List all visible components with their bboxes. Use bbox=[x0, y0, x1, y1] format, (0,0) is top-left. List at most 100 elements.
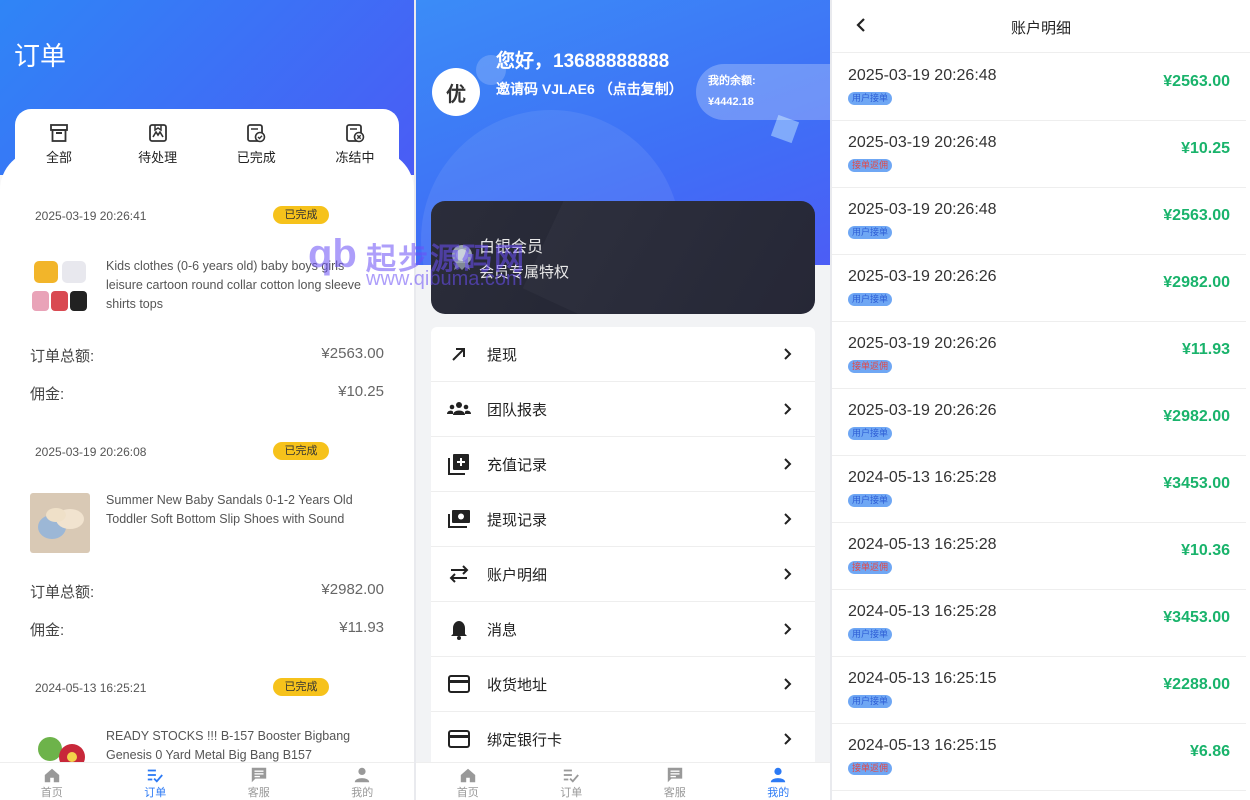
ledger-tag: 用户接单 bbox=[848, 293, 893, 306]
ledger-tag: 用户接单 bbox=[848, 92, 893, 105]
order-total-row: 订单总额: ¥2563.00 bbox=[30, 345, 384, 366]
page-title: 订单 bbox=[14, 41, 67, 71]
invite-code[interactable]: 邀请码 VJLAE6 （点击复制） bbox=[496, 78, 686, 100]
ledger-amount: ¥2563.00 bbox=[1163, 207, 1230, 224]
profile-menu: 提现 团队报表 充值记录 提现记录 账户明细 消息 收货地址 绑定银行卡 bbox=[431, 327, 815, 772]
menu-item-team-report[interactable]: 团队报表 bbox=[431, 382, 815, 437]
commission-label: 佣金: bbox=[30, 622, 65, 639]
status-badge: 已完成 bbox=[273, 678, 329, 696]
ledger-tag: 用户接单 bbox=[848, 628, 893, 641]
tabbar-service[interactable]: 客服 bbox=[207, 763, 311, 800]
ledger-row[interactable]: 2025-03-19 20:26:26 用户接单 ¥2982.00 bbox=[832, 255, 1246, 322]
tab-frozen[interactable]: 冻结中 bbox=[325, 123, 385, 181]
ledger-time: 2025-03-19 20:26:26 bbox=[848, 402, 997, 419]
ledger-row[interactable]: 2024-05-13 16:25:28 用户接单 ¥3453.00 bbox=[832, 456, 1246, 523]
menu-item-account-details[interactable]: 账户明细 bbox=[431, 547, 815, 602]
ledger-time: 2024-05-13 16:25:28 bbox=[848, 603, 997, 620]
balance-box: 我的余额: ¥4442.18 bbox=[696, 64, 830, 120]
vip-desc: 会员专属特权 bbox=[479, 264, 570, 281]
ledger-row[interactable]: 2024-05-13 16:25:28 用户接单 ¥3453.00 bbox=[832, 590, 1246, 657]
tab-all[interactable]: 全部 bbox=[29, 123, 89, 181]
order-total-label: 订单总额: bbox=[30, 584, 95, 601]
chevron-right-icon bbox=[784, 623, 792, 635]
ledger-row[interactable]: 2025-03-19 20:26:48 用户接单 ¥2563.00 bbox=[832, 188, 1246, 255]
home-icon bbox=[44, 768, 59, 783]
vip-card[interactable]: 白银会员 会员专属特权 bbox=[431, 201, 815, 314]
menu-item-messages[interactable]: 消息 bbox=[431, 602, 815, 657]
chevron-right-icon bbox=[784, 733, 792, 745]
ledger-row[interactable]: 2025-03-19 20:26:26 接单返佣 ¥11.93 bbox=[832, 322, 1246, 389]
chevron-right-icon bbox=[784, 458, 792, 470]
commission-value: ¥11.93 bbox=[339, 619, 384, 636]
ledger-tag: 用户接单 bbox=[848, 494, 893, 507]
orders-body bbox=[0, 150, 414, 770]
frozen-icon bbox=[346, 124, 365, 143]
ledger-tag: 用户接单 bbox=[848, 427, 893, 440]
status-badge: 已完成 bbox=[273, 442, 329, 460]
vip-badge-icon bbox=[452, 245, 472, 270]
ledger-row[interactable]: 2025-03-19 20:26:48 用户接单 ¥2563.00 bbox=[832, 54, 1246, 121]
avatar[interactable]: 优 bbox=[432, 68, 480, 116]
tab-all-label: 全部 bbox=[45, 150, 72, 165]
menu-item-withdraw-records[interactable]: 提现记录 bbox=[431, 492, 815, 547]
ledger-row[interactable]: 2024-05-13 16:25:28 接单返佣 ¥10.36 bbox=[832, 523, 1246, 590]
tab-frozen-label: 冻结中 bbox=[335, 150, 375, 165]
tabbar-home[interactable]: 首页 bbox=[416, 763, 520, 800]
menu-item-recharge-records[interactable]: 充值记录 bbox=[431, 437, 815, 492]
tab-pending[interactable]: 待处理 bbox=[128, 123, 188, 181]
chevron-right-icon bbox=[784, 513, 792, 525]
card-icon bbox=[448, 730, 470, 748]
tabbar-orders[interactable]: 订单 bbox=[520, 763, 624, 800]
status-badge: 已完成 bbox=[273, 206, 329, 224]
cash-icon bbox=[448, 510, 470, 528]
tabbar-mine[interactable]: 我的 bbox=[727, 763, 831, 800]
tab-done[interactable]: 已完成 bbox=[226, 123, 286, 181]
ledger-time: 2024-05-13 16:25:28 bbox=[848, 469, 997, 486]
commission-value: ¥10.25 bbox=[338, 383, 384, 400]
balance-value: ¥4442.18 bbox=[708, 96, 754, 108]
ledger-amount: ¥3453.00 bbox=[1163, 475, 1230, 492]
tabbar-mine-label: 我的 bbox=[767, 787, 790, 799]
ledger-amount: ¥2563.00 bbox=[1163, 73, 1230, 90]
orders-screen: 订单 全部 待处理 已完成 冻结中 2025-03-19 20:26:41 已完… bbox=[0, 0, 414, 800]
balance-label: 我的余额: bbox=[708, 75, 756, 87]
ledger-amount: ¥11.93 bbox=[1181, 341, 1230, 358]
menu-item-bind-bank-card[interactable]: 绑定银行卡 bbox=[431, 712, 815, 767]
order-filter-tabs: 全部 待处理 已完成 冻结中 bbox=[15, 109, 399, 181]
order-time: 2025-03-19 20:26:08 bbox=[35, 445, 147, 459]
tabbar-mine[interactable]: 我的 bbox=[311, 763, 415, 800]
tabbar-service[interactable]: 客服 bbox=[623, 763, 727, 800]
ledger-row[interactable]: 2025-03-19 20:26:26 用户接单 ¥2982.00 bbox=[832, 389, 1246, 456]
bottom-tabbar: 首页 订单 客服 我的 bbox=[416, 762, 830, 800]
bottom-tabbar: 首页 订单 客服 我的 bbox=[0, 762, 414, 800]
product-image bbox=[30, 257, 90, 317]
ledger-row[interactable]: 2024-05-13 16:25:15 接单返佣 ¥6.86 bbox=[832, 724, 1246, 791]
ledger-row[interactable]: 2025-03-19 20:26:48 接单返佣 ¥10.25 bbox=[832, 121, 1246, 188]
ledger-row[interactable]: 2024-05-13 16:25:15 用户接单 ¥2288.00 bbox=[832, 657, 1246, 724]
menu-item-label: 充值记录 bbox=[487, 456, 548, 474]
tabbar-home[interactable]: 首页 bbox=[0, 763, 104, 800]
ledger-amount: ¥2982.00 bbox=[1163, 274, 1230, 291]
tab-done-label: 已完成 bbox=[236, 150, 276, 165]
product-image bbox=[30, 493, 90, 553]
ledger-tag: 用户接单 bbox=[848, 226, 893, 239]
done-icon bbox=[247, 124, 266, 143]
product-title: Summer New Baby Sandals 0-1-2 Years Old … bbox=[106, 493, 353, 526]
menu-item-withdraw[interactable]: 提现 bbox=[431, 327, 815, 382]
ledger-time: 2025-03-19 20:26:48 bbox=[848, 134, 997, 151]
chevron-right-icon bbox=[784, 568, 792, 580]
ledger-amount: ¥10.25 bbox=[1181, 140, 1230, 157]
home-icon bbox=[460, 768, 475, 783]
menu-item-label: 提现 bbox=[487, 346, 518, 364]
page-title: 账户明细 bbox=[1010, 20, 1071, 37]
chat-icon bbox=[251, 767, 266, 783]
ledger-amount: ¥2288.00 bbox=[1163, 676, 1230, 693]
order-time: 2025-03-19 20:26:41 bbox=[35, 209, 147, 223]
order-commission-row: 佣金: ¥10.25 bbox=[30, 383, 384, 404]
tabbar-orders[interactable]: 订单 bbox=[104, 763, 208, 800]
ledger-tag: 接单返佣 bbox=[848, 762, 893, 775]
greeting: 您好，13688888888 bbox=[496, 51, 670, 72]
menu-item-shipping-address[interactable]: 收货地址 bbox=[431, 657, 815, 712]
tabbar-orders-label: 订单 bbox=[560, 787, 583, 799]
ledger-tag: 接单返佣 bbox=[848, 561, 893, 574]
